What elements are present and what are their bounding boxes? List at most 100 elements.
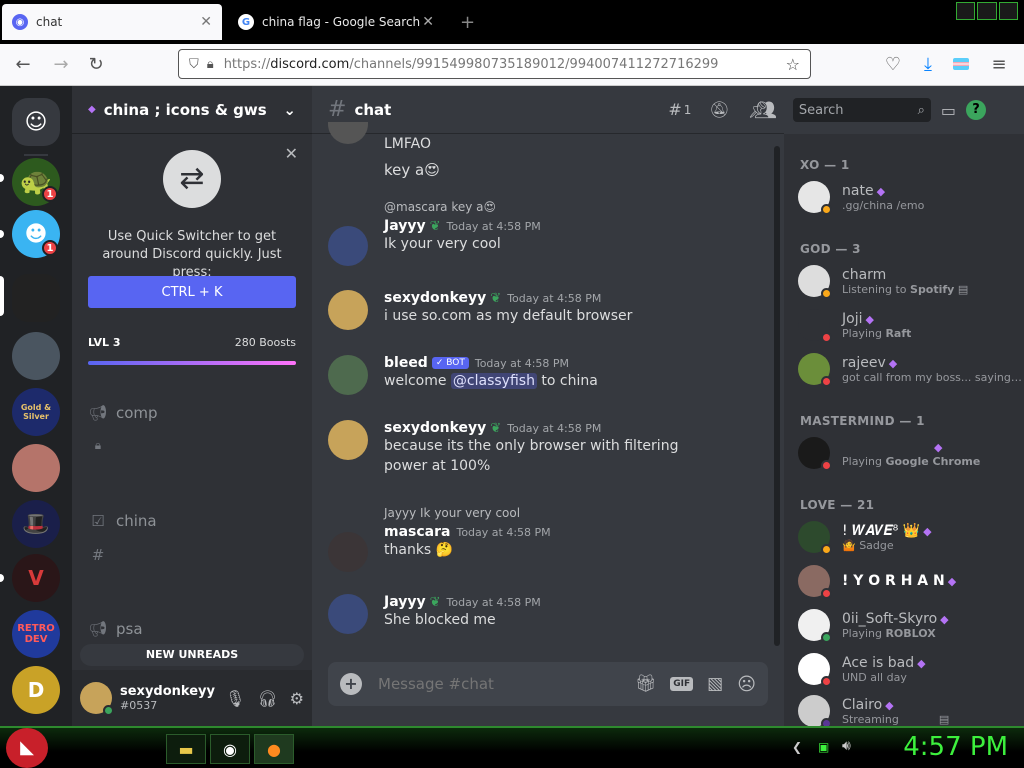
user-panel: sexydonkeyy #0537 🎙︎ 🎧︎ ⚙	[72, 670, 312, 726]
reply-reference[interactable]: Jayyy Ik your very cool	[384, 506, 768, 520]
file-explorer-icon[interactable]: ▬	[166, 734, 206, 764]
member-item[interactable]: rajeev ◆ got call from my boss... saying .…	[798, 348, 1022, 390]
url-bar[interactable]: ⛉ 🔒︎ https://discord.com/channels/991549…	[178, 49, 811, 79]
hash-channel[interactable]: #	[88, 546, 116, 564]
avatar[interactable]	[328, 420, 368, 460]
timestamp: Today at 4:58 PM	[507, 422, 602, 435]
author-name[interactable]: Jayyy	[384, 218, 426, 234]
headphones-icon[interactable]: 🎧︎	[257, 689, 277, 708]
user-mention[interactable]: @classyfish	[450, 373, 537, 389]
discord-home-icon[interactable]: ☺	[12, 98, 60, 146]
server-china-icon[interactable]	[12, 274, 60, 322]
reply-reference[interactable]: @mascara key a😍	[384, 200, 768, 214]
network-icon[interactable]: ▣	[818, 740, 829, 754]
channel-china[interactable]: ☑ china	[88, 512, 156, 530]
avatar[interactable]	[328, 122, 368, 144]
pocket-icon[interactable]: ♡	[882, 54, 904, 76]
ctrl-k-button[interactable]: CTRL + K	[88, 276, 296, 308]
search-input[interactable]: Search ⌕	[792, 98, 931, 122]
inbox-icon[interactable]: ▭	[941, 101, 956, 120]
firefox-icon[interactable]: ●	[254, 734, 294, 764]
add-attachment-icon[interactable]: +	[340, 673, 362, 695]
maximize-button[interactable]	[977, 2, 997, 20]
author-name[interactable]: sexydonkeyy	[384, 420, 486, 436]
back-icon[interactable]: ←	[12, 54, 34, 76]
new-tab-icon[interactable]: +	[460, 12, 475, 33]
status-dnd	[821, 332, 832, 343]
close-window-button[interactable]	[998, 2, 1018, 20]
server-d-icon[interactable]: D	[12, 666, 60, 714]
close-tab-icon[interactable]: ✕	[200, 14, 212, 30]
server-valorant-icon[interactable]: V	[12, 554, 60, 602]
emoji-icon[interactable]: ☹	[737, 674, 756, 695]
server-retro-dev-icon[interactable]: RETRO DEV	[12, 610, 60, 658]
chat-scrollbar[interactable]	[770, 134, 784, 664]
bookmark-star-icon[interactable]: ☆	[786, 55, 800, 74]
author-name[interactable]: bleed	[384, 355, 428, 371]
extension-flag-icon[interactable]	[953, 54, 975, 76]
server-monopoly-icon[interactable]: 🎩	[12, 500, 60, 548]
member-item[interactable]: ! 𝑾𝑨𝑽𝑬⁸ 👑 ◆ 🤷 Sadge	[798, 516, 1020, 558]
threads-icon[interactable]: #	[668, 100, 681, 119]
member-item[interactable]: charm Listening to Spotify ▤	[798, 260, 1020, 302]
member-item[interactable]: nate ◆ .gg/china /emo	[798, 176, 1020, 218]
volume-icon[interactable]: 🔊︎	[842, 738, 851, 754]
member-item[interactable]: Joji ◆ Playing Raft	[798, 304, 1020, 346]
member-status: 🤷 Sadge	[842, 538, 894, 552]
mute-icon[interactable]: 🎙︎	[225, 689, 245, 708]
gift-icon[interactable]: 🎁︎	[635, 674, 657, 694]
avatar[interactable]	[328, 290, 368, 330]
member-item[interactable]: ! Y O R H A N ◆	[798, 560, 1020, 602]
locked-channel[interactable]: 🔒︎	[88, 438, 116, 453]
menu-icon[interactable]: ≡	[988, 54, 1010, 76]
avatar[interactable]	[80, 682, 114, 716]
new-unreads-banner[interactable]: NEW UNREADS	[80, 644, 304, 666]
window-controls	[956, 2, 1018, 20]
member-name: ! Y O R H A N ◆	[842, 573, 957, 589]
help-icon[interactable]: ?	[965, 100, 986, 120]
sticker-icon[interactable]: ▧	[707, 674, 723, 694]
member-item[interactable]: ◆ Playing Google Chrome	[798, 432, 1020, 474]
url-path: /channels/991549980735189012/99400741127…	[349, 56, 719, 72]
download-icon[interactable]: ⤓	[917, 54, 939, 76]
member-item[interactable]: 0ii_Soft-Skyro ◆ Playing ROBLOX	[798, 604, 1020, 646]
boost-progress[interactable]: LVL 3 280 Boosts	[88, 336, 296, 365]
member-item[interactable]: Ace is bad ◆ UND all day	[798, 648, 1020, 690]
settings-gear-icon[interactable]: ⚙	[290, 689, 304, 708]
boost-gem-icon: ◆	[865, 312, 874, 326]
browser-tab-chat[interactable]: ◉ chat ✕	[2, 4, 222, 40]
channel-psa[interactable]: 📢︎ psa	[88, 620, 142, 638]
server-gold-silver-icon[interactable]: Gold & Silver	[12, 388, 60, 436]
avatar[interactable]	[328, 594, 368, 634]
author-name[interactable]: Jayyy	[384, 594, 426, 610]
close-tab-icon[interactable]: ✕	[422, 14, 434, 30]
forward-icon[interactable]: →	[50, 54, 72, 76]
minimize-button[interactable]	[956, 2, 976, 20]
tray-expand-icon[interactable]: ❮	[792, 740, 802, 754]
browser-tab-google[interactable]: G china flag - Google Search ✕	[228, 4, 444, 40]
author-name[interactable]: mascara	[384, 524, 450, 540]
gif-icon[interactable]: GIF	[670, 677, 694, 691]
message-composer: + 🎁︎ GIF ▧ ☹	[328, 662, 768, 706]
start-button-angry-bird-icon[interactable]: ◣	[6, 728, 48, 768]
scroll-thumb[interactable]	[774, 146, 780, 646]
server-face-icon[interactable]	[12, 444, 60, 492]
avatar[interactable]	[328, 226, 368, 266]
mute-notifications-icon[interactable]: 🔕︎	[709, 100, 729, 119]
member-list-icon[interactable]: 👥︎	[754, 100, 777, 121]
chrome-icon[interactable]: ◉	[210, 734, 250, 764]
mention-badge: 1	[42, 240, 58, 256]
system-clock[interactable]: 4:57 PM	[903, 732, 1008, 762]
channel-comp[interactable]: 📢︎ comp	[88, 404, 157, 422]
avatar[interactable]	[328, 355, 368, 395]
server-header[interactable]: ◆ china ; icons & gws ⌄	[72, 86, 312, 134]
server-bird-icon[interactable]	[12, 332, 60, 380]
avatar[interactable]	[328, 532, 368, 572]
user-info[interactable]: sexydonkeyy #0537	[120, 684, 215, 712]
reload-icon[interactable]: ↻	[85, 54, 107, 76]
message-input[interactable]	[378, 675, 598, 693]
author-name[interactable]: sexydonkeyy	[384, 290, 486, 306]
selected-server-pill	[0, 276, 4, 316]
close-icon[interactable]: ✕	[285, 144, 298, 163]
member-item[interactable]: Clairo ◆ Streaming ▤	[798, 690, 1020, 726]
